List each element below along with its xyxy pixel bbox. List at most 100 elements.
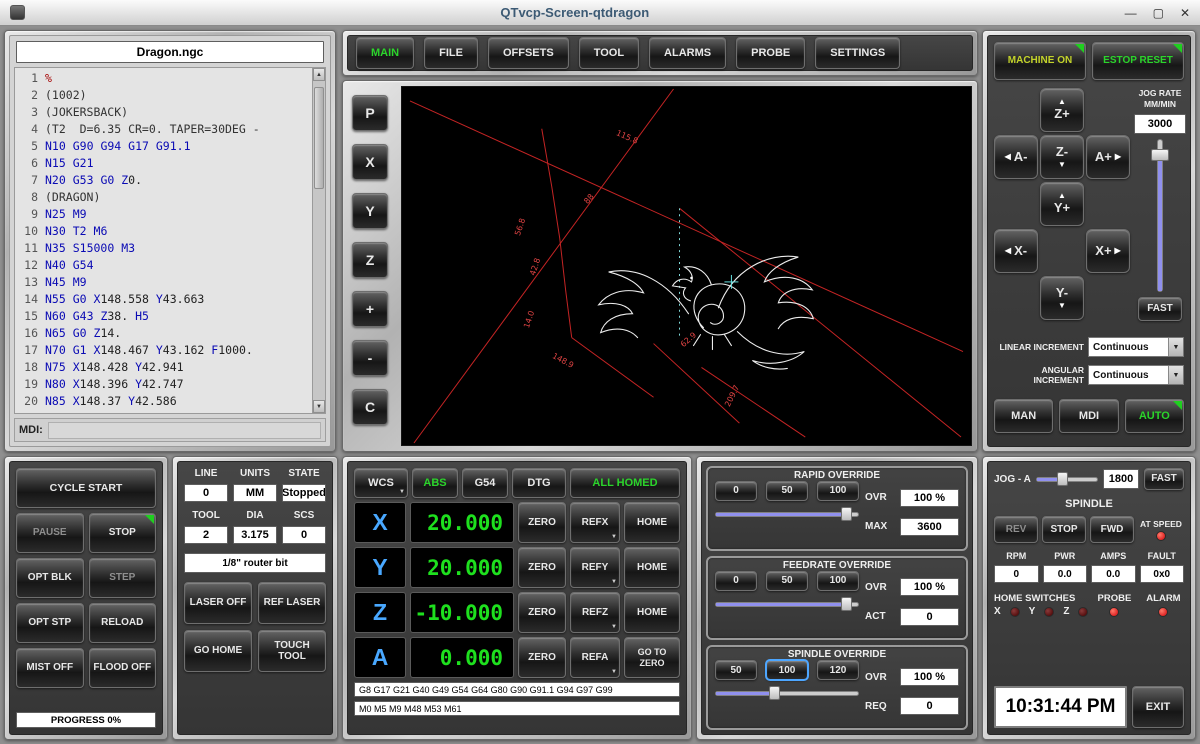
gcode-line[interactable]: 20N85 X148.37 Y42.586 — [17, 393, 312, 410]
abs-button[interactable]: ABS — [412, 468, 458, 498]
jog-z-minus-button[interactable]: Z- ▼ — [1040, 135, 1084, 179]
zoom-in-button[interactable]: + — [352, 291, 388, 327]
clear-plot-button[interactable]: C — [352, 389, 388, 425]
zero-a-button[interactable]: ZERO — [518, 637, 566, 678]
scrollbar-track[interactable] — [313, 81, 325, 400]
gcode-line[interactable]: 13N45 M9 — [17, 274, 312, 291]
gcode-line[interactable]: 16N65 G0 Z14. — [17, 325, 312, 342]
axis-y-button[interactable]: Y — [354, 547, 406, 588]
rapid-override-slider[interactable] — [715, 507, 859, 544]
linear-increment-select[interactable]: Continuous ▼ — [1088, 337, 1184, 357]
slider-handle[interactable] — [1057, 472, 1068, 486]
feed-50-button[interactable]: 50 — [766, 571, 808, 591]
gcode-line[interactable]: 15N60 G43 Z38. H5 — [17, 308, 312, 325]
all-homed-button[interactable]: ALL HOMED — [570, 468, 680, 498]
gcode-line[interactable]: 19N80 X148.396 Y42.747 — [17, 376, 312, 393]
gcode-line[interactable]: 10N30 T2 M6 — [17, 223, 312, 240]
spindle-forward-button[interactable]: FWD — [1090, 516, 1134, 543]
gcode-scrollbar[interactable]: ▲ ▼ — [312, 68, 325, 413]
cycle-start-button[interactable]: CYCLE START — [16, 468, 156, 508]
view-y-button[interactable]: Y — [352, 193, 388, 229]
scroll-up-icon[interactable]: ▲ — [313, 68, 325, 81]
gcode-line[interactable]: 8(DRAGON) — [17, 189, 312, 206]
jog-x-minus-button[interactable]: ◀ X- — [994, 229, 1038, 273]
tab-tool[interactable]: TOOL — [579, 37, 639, 69]
home-x-button[interactable]: HOME — [624, 502, 680, 543]
jog-a-plus-button[interactable]: A+ ▶ — [1086, 135, 1130, 179]
view-z-button[interactable]: Z — [352, 242, 388, 278]
mdi-input[interactable] — [48, 422, 321, 439]
jog-y-minus-button[interactable]: Y- ▼ — [1040, 276, 1084, 320]
spindle-100-button[interactable]: 100 — [766, 660, 808, 680]
ref-y-button[interactable]: REFY ▼ — [570, 547, 620, 588]
gcode-lines[interactable]: 1%2(1002)3(JOKERSBACK)4(T2 D=6.35 CR=0. … — [15, 68, 312, 413]
gcode-line[interactable]: 21N90 X148.352 Y42.462 — [17, 410, 312, 413]
home-y-button[interactable]: HOME — [624, 547, 680, 588]
axis-x-button[interactable]: X — [354, 502, 406, 543]
laser-button[interactable]: LASER OFF — [184, 582, 252, 624]
gcode-line[interactable]: 6N15 G21 — [17, 155, 312, 172]
axis-z-button[interactable]: Z — [354, 592, 406, 633]
ref-x-button[interactable]: REFX ▼ — [570, 502, 620, 543]
jog-z-plus-button[interactable]: ▲ Z+ — [1040, 88, 1084, 132]
scroll-down-icon[interactable]: ▼ — [313, 400, 325, 413]
tab-offsets[interactable]: OFFSETS — [488, 37, 569, 69]
axis-a-button[interactable]: A — [354, 637, 406, 678]
gcode-line[interactable]: 4(T2 D=6.35 CR=0. TAPER=30DEG - — [17, 121, 312, 138]
gcode-line[interactable]: 9N25 M9 — [17, 206, 312, 223]
zoom-out-button[interactable]: - — [352, 340, 388, 376]
rapid-100-button[interactable]: 100 — [817, 481, 859, 501]
spindle-override-slider[interactable] — [715, 686, 859, 723]
view-x-button[interactable]: X — [352, 144, 388, 180]
gcode-line[interactable]: 11N35 S15000 M3 — [17, 240, 312, 257]
ref-laser-button[interactable]: REF LASER — [258, 582, 326, 624]
spindle-50-button[interactable]: 50 — [715, 660, 757, 680]
go-home-button[interactable]: GO HOME — [184, 630, 252, 672]
jog-y-plus-button[interactable]: ▲ Y+ — [1040, 182, 1084, 226]
ref-a-button[interactable]: REFA ▼ — [570, 637, 620, 678]
wcs-button[interactable]: WCS ▼ — [354, 468, 408, 498]
gcode-editor[interactable]: 1%2(1002)3(JOKERSBACK)4(T2 D=6.35 CR=0. … — [14, 67, 326, 414]
angular-increment-select[interactable]: Continuous ▼ — [1088, 365, 1184, 385]
slider-handle[interactable] — [1151, 149, 1169, 161]
zero-y-button[interactable]: ZERO — [518, 547, 566, 588]
stop-button[interactable]: STOP — [89, 513, 157, 553]
home-z-button[interactable]: HOME — [624, 592, 680, 633]
preview-canvas[interactable]: 56.8 42.8 14.0 115.8 88 148.9 62.9 209.7 — [401, 86, 972, 446]
pause-button[interactable]: PAUSE — [16, 513, 84, 553]
gcode-line[interactable]: 7N20 G53 G0 Z0. — [17, 172, 312, 189]
tab-file[interactable]: FILE — [424, 37, 478, 69]
mode-mdi-button[interactable]: MDI — [1059, 399, 1118, 433]
g54-button[interactable]: G54 — [462, 468, 508, 498]
tab-alarms[interactable]: ALARMS — [649, 37, 726, 69]
close-button[interactable]: ✕ — [1180, 6, 1190, 20]
spindle-stop-button[interactable]: STOP — [1042, 516, 1086, 543]
exit-button[interactable]: EXIT — [1132, 686, 1184, 728]
estop-reset-button[interactable]: ESTOP RESET — [1092, 42, 1184, 80]
slider-handle[interactable] — [769, 686, 780, 700]
jog-a-minus-button[interactable]: ◀ A- — [994, 135, 1038, 179]
dtg-button[interactable]: DTG — [512, 468, 566, 498]
reload-button[interactable]: RELOAD — [89, 603, 157, 643]
ref-z-button[interactable]: REFZ ▼ — [570, 592, 620, 633]
flood-button[interactable]: FLOOD OFF — [89, 648, 157, 688]
slider-handle[interactable] — [841, 597, 852, 611]
mode-auto-button[interactable]: AUTO — [1125, 399, 1184, 433]
mode-manual-button[interactable]: MAN — [994, 399, 1053, 433]
gcode-line[interactable]: 18N75 X148.428 Y42.941 — [17, 359, 312, 376]
tab-settings[interactable]: SETTINGS — [815, 37, 900, 69]
minimize-button[interactable]: — — [1125, 6, 1137, 20]
machine-on-button[interactable]: MACHINE ON — [994, 42, 1086, 80]
tab-main[interactable]: MAIN — [356, 37, 414, 69]
optional-block-button[interactable]: OPT BLK — [16, 558, 84, 598]
zero-x-button[interactable]: ZERO — [518, 502, 566, 543]
rapid-50-button[interactable]: 50 — [766, 481, 808, 501]
go-to-zero-button[interactable]: GO TO ZERO — [624, 637, 680, 678]
gcode-line[interactable]: 3(JOKERSBACK) — [17, 104, 312, 121]
optional-stop-button[interactable]: OPT STP — [16, 603, 84, 643]
gcode-line[interactable]: 1% — [17, 70, 312, 87]
feed-0-button[interactable]: 0 — [715, 571, 757, 591]
touch-tool-button[interactable]: TOUCH TOOL — [258, 630, 326, 672]
jog-x-plus-button[interactable]: X+ ▶ — [1086, 229, 1130, 273]
spindle-120-button[interactable]: 120 — [817, 660, 859, 680]
